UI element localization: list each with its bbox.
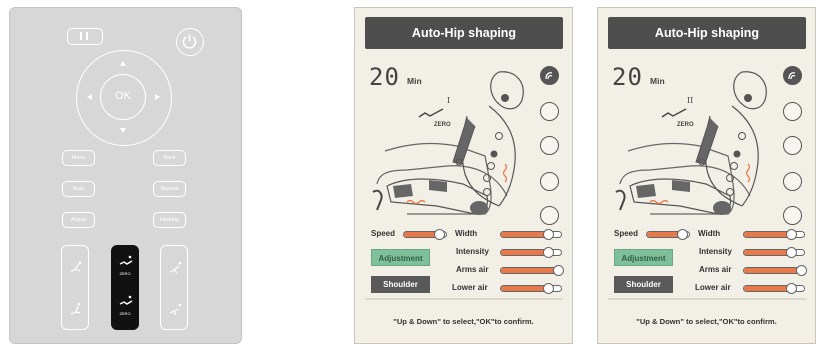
speed-slider-knob[interactable] bbox=[434, 229, 445, 240]
leg-buttons-right bbox=[160, 245, 188, 330]
hand-massage-icon bbox=[788, 72, 796, 80]
arms-air-label: Arms air bbox=[456, 265, 489, 274]
instruction-hint: "Up & Down" to select,"OK"to confirm. bbox=[636, 317, 777, 326]
remote-control: OK Menu Back Auto Manual Adjust Heating … bbox=[9, 7, 242, 344]
body-figure-area bbox=[367, 66, 537, 216]
lower-air-slider-fill bbox=[744, 286, 791, 291]
program-title: Auto-Hip shaping bbox=[608, 17, 806, 49]
program-title: Auto-Hip shaping bbox=[365, 17, 563, 49]
massage-mode-button[interactable] bbox=[783, 102, 802, 121]
speed-label: Speed bbox=[371, 229, 396, 238]
arms-air-slider[interactable] bbox=[500, 265, 564, 276]
zero-label-2: ZERO bbox=[119, 311, 131, 316]
adjustment-button[interactable]: Adjustment bbox=[614, 249, 673, 266]
up-arrow-button[interactable] bbox=[120, 61, 126, 66]
arms-air-slider[interactable] bbox=[743, 265, 807, 276]
zero-label: ZERO bbox=[677, 122, 694, 128]
recline-back-icon[interactable] bbox=[68, 260, 84, 276]
lower-air-slider-knob[interactable] bbox=[543, 283, 554, 294]
adjustment-button[interactable]: Adjustment bbox=[371, 249, 430, 266]
instruction-hint: "Up & Down" to select,"OK"to confirm. bbox=[393, 317, 534, 326]
lower-air-label: Lower air bbox=[695, 283, 731, 292]
intensity-label: Intensity bbox=[456, 247, 489, 256]
pause-button[interactable] bbox=[67, 28, 103, 45]
massage-mode-button[interactable] bbox=[540, 102, 559, 121]
right-arrow-button[interactable] bbox=[155, 94, 160, 100]
lower-air-label: Lower air bbox=[452, 283, 488, 292]
speed-slider[interactable] bbox=[403, 229, 447, 240]
direction-pad: OK bbox=[76, 50, 172, 146]
massage-mode-button[interactable] bbox=[540, 136, 559, 155]
power-button[interactable] bbox=[176, 28, 204, 56]
width-label: Width bbox=[698, 229, 721, 238]
massage-screen-panel: Auto-Hip shaping 20 Min I ZERO Speed Wid… bbox=[354, 7, 573, 344]
massage-mode-button[interactable] bbox=[540, 206, 559, 225]
body-figure-area bbox=[610, 66, 780, 216]
massage-mode-button[interactable] bbox=[540, 172, 559, 191]
arms-air-slider-knob[interactable] bbox=[796, 265, 807, 276]
down-arrow-button[interactable] bbox=[120, 128, 126, 133]
leg-up-icon[interactable] bbox=[167, 260, 183, 276]
massage-mode-button-active[interactable] bbox=[540, 66, 559, 85]
massage-mode-button[interactable] bbox=[783, 136, 802, 155]
massage-screen-panel: Auto-Hip shaping 20 Min II ZERO Speed Wi… bbox=[597, 7, 816, 344]
adjust-button[interactable]: Adjust bbox=[62, 212, 95, 228]
zero-stage-indicator: I bbox=[447, 96, 451, 105]
massage-chair-figure bbox=[615, 71, 767, 215]
width-slider-fill bbox=[501, 232, 548, 237]
zero-gravity-1-icon[interactable] bbox=[118, 254, 134, 270]
arms-air-label: Arms air bbox=[699, 265, 732, 274]
shoulder-button[interactable]: Shoulder bbox=[614, 276, 673, 293]
zero-label: ZERO bbox=[434, 122, 451, 128]
speed-label: Speed bbox=[614, 229, 639, 238]
zero-gravity-2-icon[interactable] bbox=[118, 294, 134, 310]
lower-air-slider-fill bbox=[501, 286, 548, 291]
divider bbox=[365, 298, 563, 300]
intensity-slider-knob[interactable] bbox=[543, 247, 554, 258]
zero-gravity-icon bbox=[661, 108, 687, 118]
speed-slider-knob[interactable] bbox=[677, 229, 688, 240]
zero-label-1: ZERO bbox=[119, 271, 131, 276]
massage-chair-figure bbox=[372, 71, 524, 215]
shoulder-button[interactable]: Shoulder bbox=[371, 276, 430, 293]
intensity-slider-fill bbox=[744, 250, 791, 255]
massage-mode-button[interactable] bbox=[783, 172, 802, 191]
width-slider-fill bbox=[744, 232, 791, 237]
ok-button[interactable]: OK bbox=[100, 74, 146, 120]
zero-gravity-buttons: ZERO ZERO bbox=[111, 245, 139, 330]
width-slider-knob[interactable] bbox=[543, 229, 554, 240]
lower-air-slider[interactable] bbox=[500, 283, 562, 294]
zero-stage-indicator: II bbox=[687, 96, 694, 105]
intensity-label: Intensity bbox=[699, 247, 732, 256]
intensity-slider[interactable] bbox=[743, 247, 805, 258]
lower-air-slider-knob[interactable] bbox=[786, 283, 797, 294]
heating-button[interactable]: Heating bbox=[153, 212, 186, 228]
arms-air-slider-knob[interactable] bbox=[553, 265, 564, 276]
menu-button[interactable]: Menu bbox=[62, 150, 95, 166]
width-slider[interactable] bbox=[500, 229, 562, 240]
width-slider[interactable] bbox=[743, 229, 805, 240]
arms-air-slider-fill bbox=[744, 268, 801, 273]
raise-back-icon[interactable] bbox=[68, 301, 84, 317]
lower-air-slider[interactable] bbox=[743, 283, 805, 294]
leg-down-icon[interactable] bbox=[167, 301, 183, 317]
arms-air-slider-fill bbox=[501, 268, 558, 273]
massage-mode-button[interactable] bbox=[783, 206, 802, 225]
intensity-slider-fill bbox=[501, 250, 548, 255]
speed-slider[interactable] bbox=[646, 229, 690, 240]
width-slider-knob[interactable] bbox=[786, 229, 797, 240]
recline-buttons-left bbox=[61, 245, 89, 330]
divider bbox=[608, 298, 806, 300]
left-arrow-button[interactable] bbox=[87, 94, 92, 100]
width-label: Width bbox=[455, 229, 478, 238]
intensity-slider-knob[interactable] bbox=[786, 247, 797, 258]
manual-button[interactable]: Manual bbox=[153, 181, 186, 197]
intensity-slider[interactable] bbox=[500, 247, 562, 258]
zero-gravity-icon bbox=[418, 108, 444, 118]
back-button[interactable]: Back bbox=[153, 150, 186, 166]
massage-mode-button-active[interactable] bbox=[783, 66, 802, 85]
power-icon bbox=[182, 34, 197, 49]
auto-button[interactable]: Auto bbox=[62, 181, 95, 197]
hand-massage-icon bbox=[545, 72, 553, 80]
